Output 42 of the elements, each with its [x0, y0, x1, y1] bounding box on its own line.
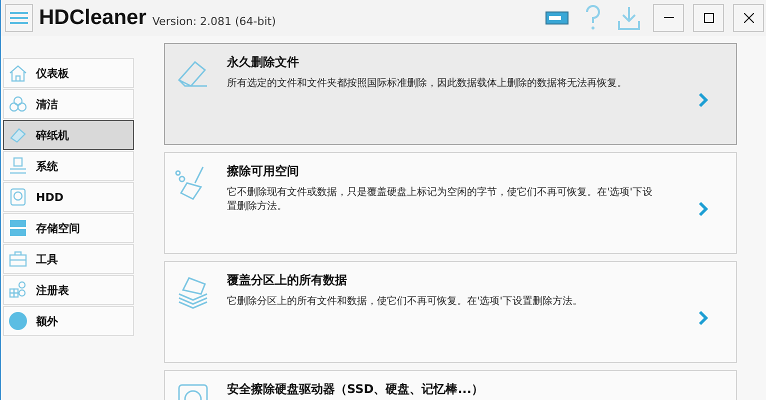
- drive-icon: [545, 11, 569, 25]
- card-description: 它删除分区上的所有文件和数据，使它们不再可恢复。在'选项'下设置删除方法。: [227, 295, 584, 309]
- option-card[interactable]: 永久删除文件 所有选定的文件和文件夹都按照国际标准删除，因此数据载体上删除的数据将无法再恢复。: [164, 43, 737, 145]
- sidebar-item[interactable]: 系统: [3, 151, 134, 181]
- maximize-icon: [704, 13, 714, 23]
- card-title: 覆盖分区上的所有数据: [227, 272, 348, 289]
- card-title: 永久删除文件: [227, 54, 300, 71]
- option-card[interactable]: 擦除可用空间 它不删除现有文件或数据，只是覆盖硬盘上标记为空闲的字节，使它们不再可恢复。在'选项'下设置删除方法。: [164, 152, 737, 254]
- hard-drive-icon: [8, 187, 28, 207]
- option-card[interactable]: 安全擦除硬盘驱动器（SSD、硬盘、记忆棒...）: [164, 370, 737, 400]
- sidebar-item[interactable]: 额外: [3, 306, 134, 336]
- card-description: 所有选定的文件和文件夹都按照国际标准删除，因此数据载体上删除的数据将无法再恢复。: [227, 77, 628, 91]
- menu-button[interactable]: [5, 4, 33, 32]
- version-label: Version: 2.081 (64-bit): [152, 14, 276, 28]
- minimize-icon: [664, 17, 674, 19]
- option-card[interactable]: 覆盖分区上的所有数据 它删除分区上的所有文件和数据，使它们不再可恢复。在'选项'下设置删除方法。: [164, 261, 737, 363]
- sidebar-item[interactable]: 注册表: [3, 275, 134, 305]
- download-icon: [617, 5, 641, 31]
- sidebar-item[interactable]: 碎纸机: [3, 120, 134, 150]
- minimize-button[interactable]: [653, 4, 684, 32]
- house-icon: [8, 63, 28, 83]
- card-title: 擦除可用空间: [227, 163, 300, 180]
- close-icon: [744, 13, 754, 23]
- sidebar-item[interactable]: 工具: [3, 244, 134, 274]
- chevron-right-icon: [698, 201, 708, 217]
- chevron-right-icon: [698, 92, 708, 108]
- card-title: 安全擦除硬盘驱动器（SSD、硬盘、记忆棒...）: [227, 381, 484, 398]
- card-description: 它不删除现有文件或数据，只是覆盖硬盘上标记为空闲的字节，使它们不再可恢复。在'选项'下设置删除方法。: [227, 186, 654, 214]
- chevron-right-icon: [698, 310, 708, 326]
- sidebar-item[interactable]: 存储空间: [3, 213, 134, 243]
- storage-icon: [8, 218, 28, 238]
- sidebar-item[interactable]: 清洁: [3, 89, 134, 119]
- help-icon: [584, 5, 602, 31]
- blocks-icon: [8, 280, 28, 300]
- computer-icon: [8, 156, 28, 176]
- sidebar-item[interactable]: 仪表板: [3, 58, 134, 88]
- toolbox-icon: [8, 249, 28, 269]
- sidebar-item[interactable]: HDD: [3, 182, 134, 212]
- close-button[interactable]: [733, 4, 764, 32]
- menu-icon: [10, 12, 28, 24]
- app-title: HDCleaner: [39, 6, 146, 30]
- maximize-button[interactable]: [693, 4, 724, 32]
